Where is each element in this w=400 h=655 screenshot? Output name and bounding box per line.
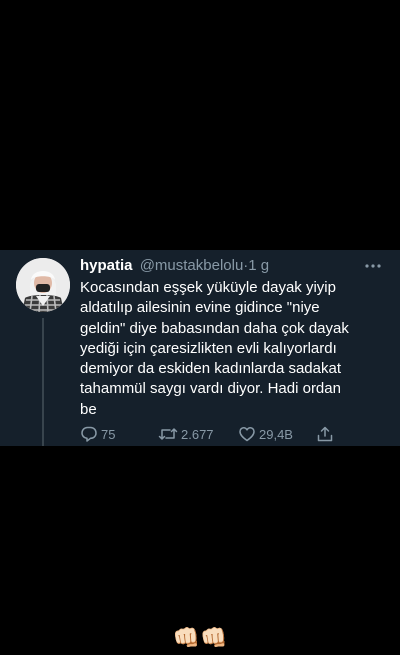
more-icon[interactable] [364, 263, 382, 269]
share-button[interactable] [316, 425, 334, 443]
tweet-text: Kocasından eşşek yüküyle dayak yiyip ald… [80, 279, 349, 418]
tweet-body: hypatia @mustakbelolu·1 g Kocasından eşş… [80, 256, 386, 420]
avatar-image [16, 258, 70, 312]
reply-button[interactable]: 75 [80, 425, 115, 443]
like-count: 29,4B [259, 426, 293, 442]
tweet-header: hypatia @mustakbelolu·1 g [80, 256, 386, 276]
avatar[interactable] [16, 258, 70, 312]
like-icon [239, 427, 255, 442]
handle[interactable]: @mustakbelolu [140, 257, 244, 274]
reply-count: 75 [101, 426, 116, 442]
tweet-card[interactable]: hypatia @mustakbelolu·1 g Kocasından eşş… [0, 250, 400, 446]
share-icon [317, 426, 333, 442]
retweet-button[interactable]: 2.677 [158, 425, 214, 443]
tweet-time[interactable]: 1 g [248, 257, 269, 274]
caption-emoji: 👊🏻👊🏻 [172, 625, 228, 650]
like-button[interactable]: 29,4B [238, 425, 293, 443]
handle-and-time: @mustakbelolu·1 g [140, 257, 269, 274]
display-name[interactable]: hypatia [80, 257, 133, 274]
tweet-actions: 75 2.677 29,4B [80, 425, 380, 443]
retweet-icon [158, 428, 178, 440]
retweet-count: 2.677 [181, 426, 214, 442]
thread-line [42, 318, 44, 446]
reply-icon [81, 426, 97, 442]
screenshot-screen: hypatia @mustakbelolu·1 g Kocasından eşş… [0, 0, 400, 655]
